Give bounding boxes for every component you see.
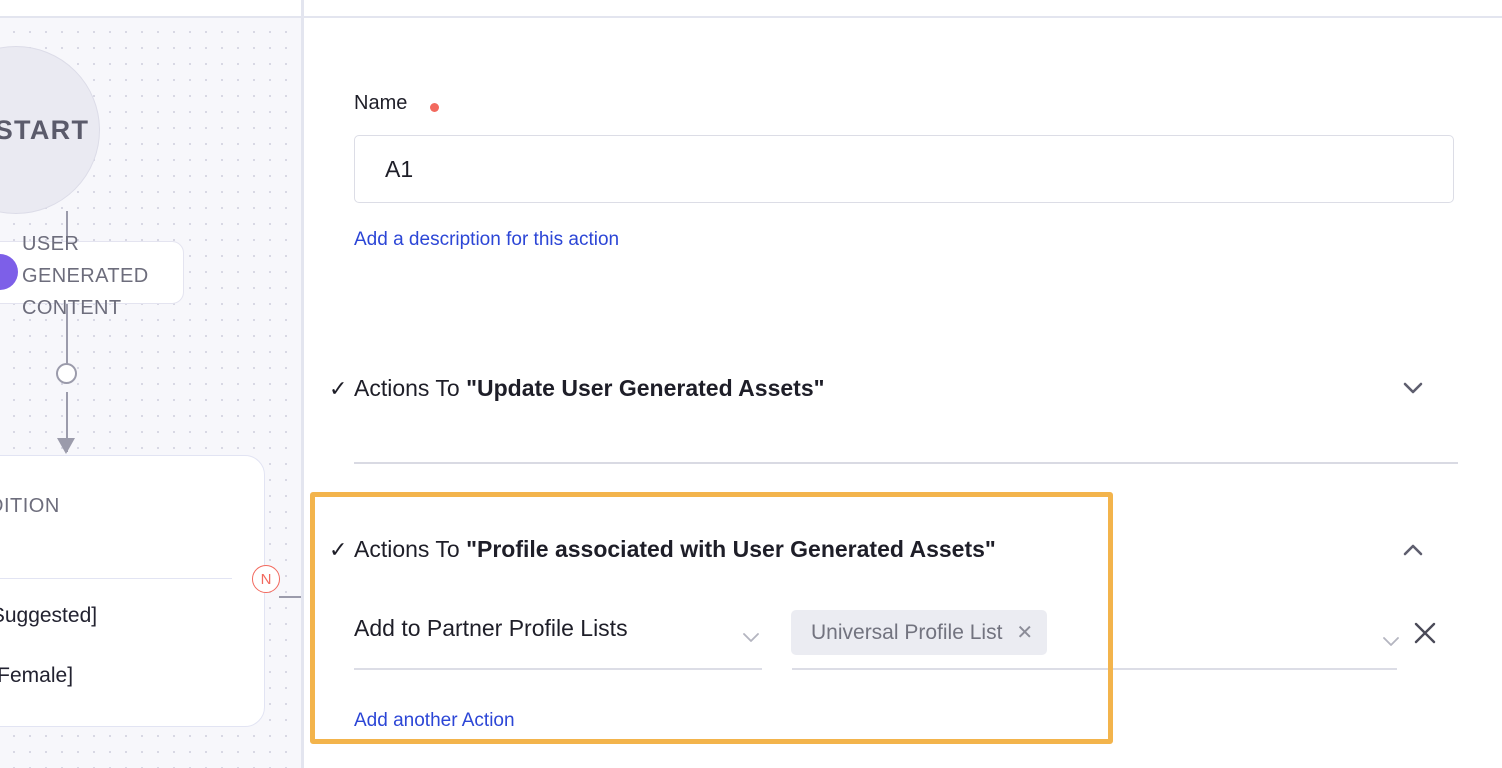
edge-branch-no [279,596,303,598]
selected-value-chip[interactable]: Universal Profile List ✕ [791,610,1048,655]
add-another-action-link[interactable]: Add another Action [354,710,515,732]
chevron-down-icon[interactable] [740,626,762,653]
close-icon[interactable]: ✕ [1016,623,1033,643]
node-connector-dot[interactable] [56,363,77,384]
canvas-panel-divider [301,0,304,768]
section-2-check-icon: ✓ [329,537,348,562]
chevron-down-icon[interactable] [1380,630,1402,657]
section-2-title-quoted: "Profile associated with User Generated … [466,536,996,562]
workflow-editor-screen: START USER GENERATED CONTENT DITION [Sug… [0,0,1502,768]
action-type-underline [354,668,762,670]
edge-arrow-icon [57,438,75,454]
node-condition-divider [0,578,232,579]
section-1-title[interactable]: Actions To "Update User Generated Assets… [354,375,825,402]
action-value-underline [792,668,1397,670]
selected-value-chip-label: Universal Profile List [811,620,1003,644]
section-1-check-icon: ✓ [329,376,348,401]
node-condition-line-2: s [Female] [0,664,74,687]
close-icon[interactable] [1410,618,1440,648]
node-start-label: START [0,114,90,145]
name-input[interactable] [354,135,1454,203]
workflow-canvas[interactable]: START USER GENERATED CONTENT DITION [Sug… [0,18,303,768]
node-user-generated-content-label: USER GENERATED CONTENT [22,233,149,319]
branch-badge-no[interactable]: N [252,565,280,593]
action-details-panel: Name Add a description for this action ✓… [304,18,1502,768]
action-type-select[interactable]: Add to Partner Profile Lists [354,615,628,642]
name-field-label: Name [354,92,408,114]
required-indicator-icon [430,103,439,112]
section-1-title-quoted: "Update User Generated Assets" [466,375,825,401]
node-condition-title: DITION [0,495,60,517]
chevron-down-icon[interactable] [1400,375,1426,401]
node-condition-line-1: [Suggested] [0,604,98,627]
section-2-title-prefix: Actions To [354,536,467,562]
chevron-up-icon[interactable] [1400,537,1426,563]
node-start[interactable]: START [0,46,100,214]
section-1-title-prefix: Actions To [354,375,467,401]
branch-badge-no-label: N [260,570,272,588]
section-2-title[interactable]: Actions To "Profile associated with User… [354,536,996,563]
section-1-divider [354,462,1458,464]
add-description-link[interactable]: Add a description for this action [354,229,619,251]
